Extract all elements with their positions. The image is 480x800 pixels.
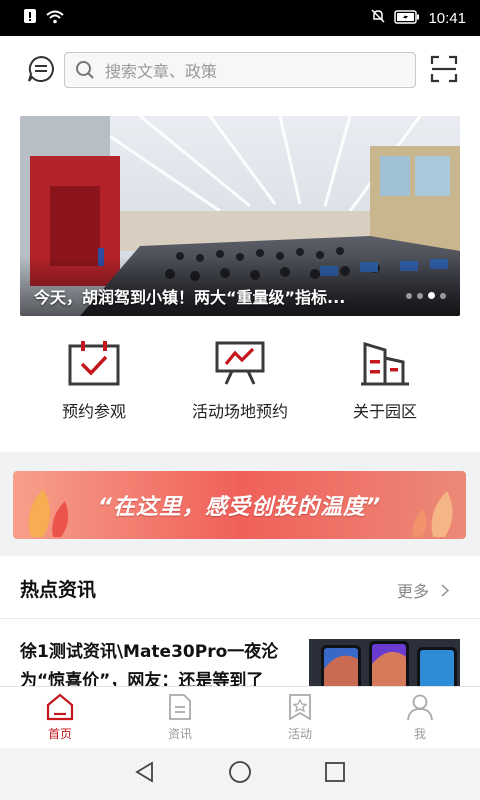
home-icon xyxy=(46,693,74,721)
carousel-indicator xyxy=(406,292,446,299)
back-button[interactable] xyxy=(134,761,156,787)
buildings-icon xyxy=(361,341,409,386)
more-link[interactable]: 更多 xyxy=(397,578,450,602)
circle-home-icon xyxy=(229,761,251,783)
quick-label: 预约参观 xyxy=(61,402,126,421)
banner-carousel[interactable]: 今天，胡润驾到小镇！两大“重量级”指标... xyxy=(20,116,460,316)
search-icon xyxy=(76,61,94,79)
back-icon xyxy=(135,761,153,783)
tab-label: 活动 xyxy=(287,727,312,741)
activity-icon xyxy=(289,694,311,721)
tab-home[interactable]: 首页 xyxy=(0,687,120,748)
document-icon xyxy=(169,694,191,720)
carousel-dot xyxy=(417,292,423,299)
about-park-button[interactable]: 关于园区 xyxy=(315,340,455,422)
user-icon xyxy=(407,694,433,721)
system-nav-bar xyxy=(0,748,480,800)
tab-label: 我 xyxy=(413,727,426,741)
status-time: 10:41 xyxy=(428,9,466,27)
tab-news[interactable]: 资讯 xyxy=(120,687,240,748)
home-nav-button[interactable] xyxy=(228,760,252,788)
carousel-dot xyxy=(440,292,446,299)
promo-banner[interactable]: “在这里，感受创投的温度” xyxy=(13,471,466,539)
battery-icon xyxy=(394,9,420,28)
tab-label: 资讯 xyxy=(167,727,192,741)
visit-booking-button[interactable]: 预约参观 xyxy=(24,340,164,422)
presentation-board-icon xyxy=(215,341,265,385)
mute-icon xyxy=(370,8,386,28)
quick-label: 活动场地预约 xyxy=(191,402,288,421)
quick-label: 关于园区 xyxy=(352,402,417,421)
banner-caption: 今天，胡润驾到小镇！两大“重量级”指标... xyxy=(34,288,346,307)
news-title: 徐1测试资讯\Mate30Pro一夜沦为“惊喜价”，网友：还是等到了 xyxy=(20,642,279,686)
chat-icon xyxy=(28,55,54,82)
tab-label: 首页 xyxy=(47,727,72,741)
carousel-dot-active xyxy=(428,292,435,299)
chevron-right-icon xyxy=(441,583,450,597)
app-screen: 10:41 搜索文章、政策 今天，胡润驾到小镇！两大“重量级”指标... 预约参… xyxy=(0,0,480,800)
wifi-icon xyxy=(46,9,64,28)
tab-me[interactable]: 我 xyxy=(360,687,480,748)
section-title: 热点资讯 xyxy=(20,579,97,601)
alert-icon xyxy=(22,8,38,28)
square-recents-icon xyxy=(325,762,345,782)
message-button[interactable] xyxy=(26,54,56,84)
scan-button[interactable] xyxy=(430,55,458,83)
calendar-check-icon xyxy=(68,341,120,386)
more-label: 更多 xyxy=(397,582,430,601)
search-input[interactable]: 搜索文章、政策 xyxy=(64,52,416,88)
news-list-item[interactable]: 徐1测试资讯\Mate30Pro一夜沦为“惊喜价”，网友：还是等到了 xyxy=(0,620,480,686)
recents-button[interactable] xyxy=(324,761,346,787)
bottom-tab-bar: 首页 资讯 活动 我 xyxy=(0,686,480,748)
divider xyxy=(0,618,480,619)
tab-activity[interactable]: 活动 xyxy=(240,687,360,748)
news-thumbnail xyxy=(309,639,460,686)
scan-icon xyxy=(430,55,458,83)
carousel-dot xyxy=(406,292,412,299)
venue-booking-button[interactable]: 活动场地预约 xyxy=(170,340,310,422)
search-placeholder: 搜索文章、政策 xyxy=(105,62,218,81)
promo-text: “在这里，感受创投的温度” xyxy=(97,495,382,520)
status-bar: 10:41 xyxy=(0,0,480,36)
